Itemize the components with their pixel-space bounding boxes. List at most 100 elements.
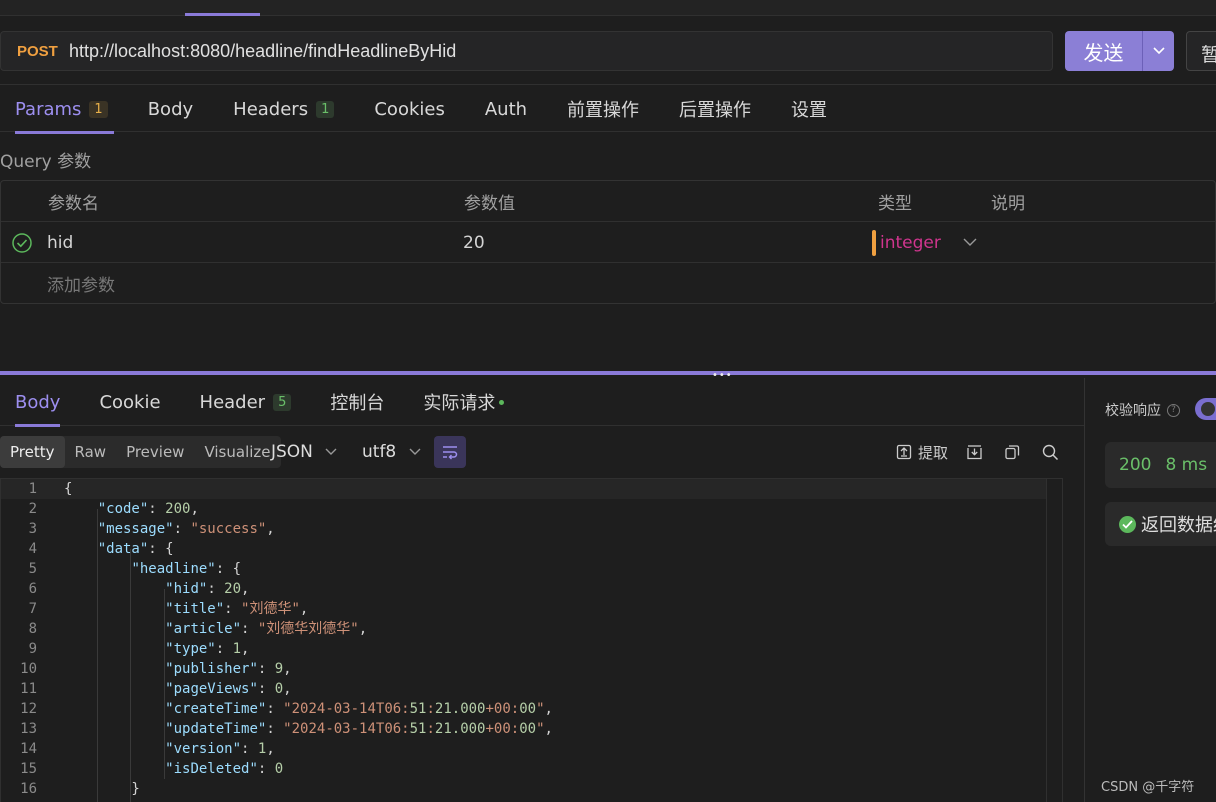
chevron-down-icon	[963, 238, 977, 246]
code-line: 1{	[1, 479, 1046, 499]
view-mode-pretty[interactable]: Pretty	[0, 436, 65, 468]
line-number: 12	[20, 701, 37, 717]
param-enabled-checkbox[interactable]	[11, 222, 33, 263]
code-text: "hid": 20,	[165, 581, 250, 597]
status-dot-icon	[499, 399, 505, 405]
url-input[interactable]: http://localhost:8080/headline/findHeadl…	[69, 41, 456, 62]
param-name-input[interactable]: hid	[47, 222, 73, 263]
header-param-desc: 说明	[991, 194, 1025, 214]
view-mode-raw[interactable]: Raw	[65, 436, 117, 468]
tab-count-badge: 1	[316, 100, 335, 118]
request-tab-cookies[interactable]: Cookies	[374, 85, 464, 133]
tab-label: 设置	[791, 100, 828, 121]
word-wrap-button[interactable]	[434, 436, 466, 468]
tab-label: Header	[199, 391, 266, 413]
editor-scrollbar[interactable]	[1046, 479, 1062, 802]
request-tab-params[interactable]: Params 1	[15, 85, 128, 134]
response-side-panel: 校验响应 ? 200 8 ms 返回数据结 CSDN @千字符	[1084, 378, 1216, 802]
url-bar[interactable]: POST http://localhost:8080/headline/find…	[0, 31, 1053, 71]
download-icon	[967, 444, 982, 459]
request-tab-5[interactable]: 前置操作	[567, 85, 659, 133]
chevron-down-icon	[1152, 47, 1165, 55]
validation-result-label: 返回数据结	[1141, 515, 1216, 536]
code-line: 2 "code": 200,	[1, 499, 1046, 519]
code-text: "version": 1,	[165, 741, 275, 757]
code-text: "createTime": "2024-03-14T06:51:21.000+0…	[165, 701, 553, 717]
response-stats: 200 8 ms	[1105, 442, 1216, 488]
code-line: 4 "data": {	[1, 539, 1046, 559]
method-selector[interactable]: POST	[1, 43, 69, 60]
type-indicator	[872, 230, 876, 256]
code-line: 14 "version": 1,	[1, 739, 1046, 759]
line-number: 6	[28, 581, 37, 597]
line-number: 5	[28, 561, 37, 577]
wrap-lines-icon	[443, 446, 458, 460]
tab-label: Cookie	[99, 391, 161, 413]
code-line: 11 "pageViews": 0,	[1, 679, 1046, 699]
code-text: "title": "刘德华",	[165, 601, 309, 617]
code-text: "publisher": 9,	[165, 661, 292, 677]
tab-label: Headers	[233, 98, 309, 120]
response-tab-3[interactable]: 控制台	[330, 378, 408, 426]
param-value-input[interactable]: 20	[463, 222, 485, 263]
tab-label: Auth	[484, 98, 528, 120]
send-button-label: 发送	[1083, 40, 1124, 65]
request-tab-7[interactable]: 设置	[791, 85, 847, 133]
code-text: "pageViews": 0,	[165, 681, 292, 697]
code-line: 5 "headline": {	[1, 559, 1046, 579]
top-tab-strip	[0, 0, 1216, 16]
line-number: 8	[28, 621, 37, 637]
encoding-select[interactable]: utf8	[362, 436, 421, 468]
help-icon[interactable]: ?	[1167, 403, 1180, 417]
format-value: JSON	[271, 442, 313, 462]
check-circle-icon	[1119, 515, 1136, 533]
panel-splitter[interactable]: •••	[0, 370, 1216, 381]
tab-count-badge: 1	[89, 100, 108, 118]
view-mode-preview[interactable]: Preview	[116, 436, 194, 468]
validation-result[interactable]: 返回数据结	[1105, 502, 1216, 546]
verify-response-label: 校验响应 ?	[1105, 400, 1180, 420]
response-body-editor[interactable]: 1{2 "code": 200, 3 "message": "success", 4…	[0, 478, 1063, 802]
send-button[interactable]: 发送	[1065, 31, 1174, 71]
view-mode-segmented: Pretty Raw Preview Visualize	[0, 436, 281, 468]
code-line: 16 }	[1, 779, 1046, 799]
add-param-placeholder[interactable]: 添加参数	[47, 263, 115, 304]
code-text: "code": 200,	[97, 501, 199, 517]
tab-count-badge: 5	[273, 393, 292, 411]
line-number: 10	[20, 661, 37, 677]
send-options-button[interactable]	[1143, 47, 1174, 55]
tab-label: Body	[15, 391, 61, 413]
request-tabs: Params 1 Body Headers 1 Cookies Auth 前置操作 后置操作 设置	[0, 84, 1216, 134]
download-button[interactable]	[966, 436, 983, 468]
params-table-header: 参数名 参数值 类型 说明	[1, 181, 1215, 222]
response-tab-header[interactable]: Header 5	[200, 378, 316, 426]
search-button[interactable]	[1042, 436, 1059, 468]
code-text: "type": 1,	[165, 641, 250, 657]
response-view-toolbar: Pretty Raw Preview Visualize JSON utf8 提取	[0, 436, 1084, 468]
request-tab-auth[interactable]: Auth	[485, 85, 547, 133]
encoding-value: utf8	[362, 442, 397, 462]
request-tab-headers[interactable]: Headers 1	[233, 85, 354, 133]
extract-button[interactable]: 提取	[896, 436, 948, 468]
verify-response-toggle[interactable]	[1195, 398, 1216, 420]
param-type-select[interactable]: integer	[880, 222, 941, 263]
header-param-name: 参数名	[48, 194, 99, 214]
format-select[interactable]: JSON	[271, 436, 337, 468]
response-tab-cookie[interactable]: Cookie	[99, 378, 184, 426]
save-button[interactable]: 暂	[1186, 31, 1216, 71]
tab-label: 实际请求	[423, 393, 496, 414]
request-tab-body[interactable]: Body	[148, 85, 213, 133]
request-tab-6[interactable]: 后置操作	[679, 85, 771, 133]
response-tab-body[interactable]: Body	[15, 378, 84, 427]
response-tab-4[interactable]: 实际请求	[423, 378, 528, 426]
code-line: 7 "title": "刘德华",	[1, 599, 1046, 619]
search-icon	[1042, 444, 1059, 460]
code-line: 8 "article": "刘德华刘德华",	[1, 619, 1046, 639]
extract-label: 提取	[918, 443, 949, 462]
copy-button[interactable]	[1004, 436, 1020, 468]
view-mode-visualize[interactable]: Visualize	[194, 436, 280, 468]
code-text: }	[64, 781, 140, 797]
add-param-row[interactable]: 添加参数	[1, 263, 1215, 304]
type-dropdown-toggle[interactable]	[963, 222, 977, 263]
code-line: 13 "updateTime": "2024-03-14T06:51:21.00…	[1, 719, 1046, 739]
